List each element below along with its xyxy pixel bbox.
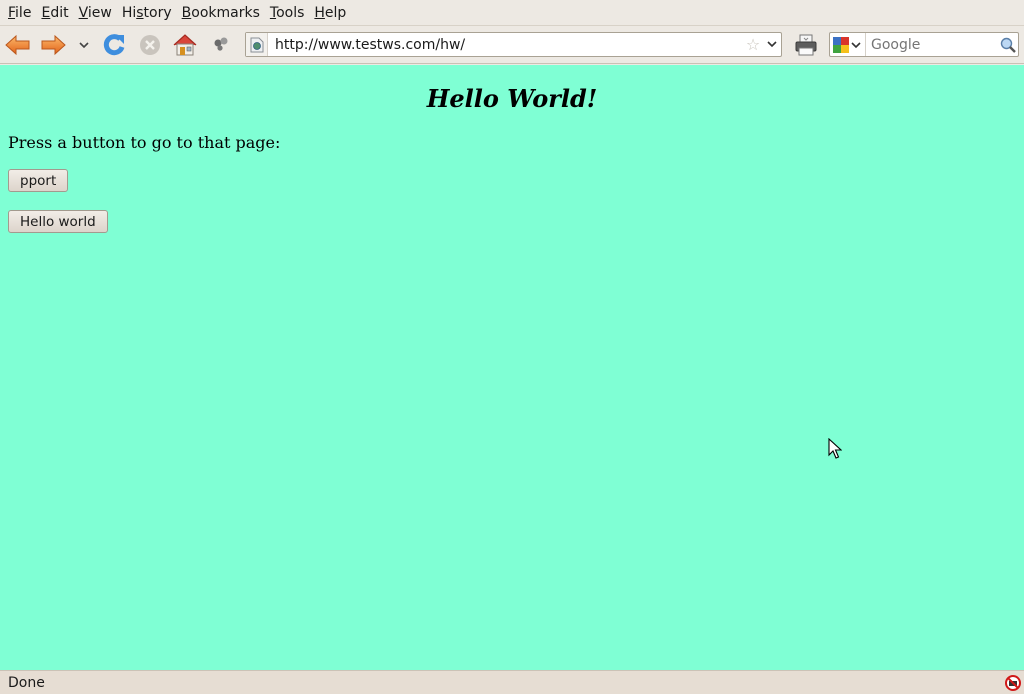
menu-edit[interactable]: Edit: [36, 1, 73, 25]
page-heading: Hello World!: [426, 84, 598, 113]
reload-icon: [103, 34, 125, 56]
home-icon: [173, 34, 197, 56]
url-dropdown-button[interactable]: [763, 38, 781, 51]
menu-history-mnemonic: s: [136, 4, 144, 21]
menu-view[interactable]: View: [74, 1, 117, 25]
magnifier-icon: [1000, 37, 1016, 53]
pport-button[interactable]: pport: [8, 169, 69, 192]
chevron-down-icon: [79, 42, 89, 49]
site-identity-button[interactable]: [246, 33, 268, 56]
home-button[interactable]: [171, 31, 199, 59]
menu-view-label: iew: [87, 4, 112, 21]
stop-icon: [140, 35, 160, 55]
url-text[interactable]: http://www.testws.com/hw/: [268, 37, 743, 53]
hello-world-button[interactable]: Hello world: [8, 210, 108, 233]
menu-tools[interactable]: Tools: [265, 1, 310, 25]
search-input[interactable]: [866, 36, 998, 53]
menu-history[interactable]: History: [117, 1, 177, 25]
status-text: Done: [8, 674, 45, 691]
search-engine-selector[interactable]: [830, 33, 866, 56]
menu-file[interactable]: File: [3, 1, 36, 25]
back-arrow-icon: [5, 34, 30, 56]
reload-button[interactable]: [100, 31, 128, 59]
page-globe-icon: [250, 37, 263, 52]
bookmark-star-icon[interactable]: ☆: [743, 35, 763, 54]
menu-bookmarks-label: ookmarks: [191, 4, 260, 21]
menu-edit-mnemonic: E: [41, 4, 51, 21]
navigation-toolbar: http://www.testws.com/hw/ ☆: [0, 25, 1024, 64]
menu-history-prefix: Hi: [121, 4, 137, 21]
menu-file-label: ile: [15, 4, 32, 21]
history-dropdown-button[interactable]: [70, 31, 98, 59]
blocked-status-icon[interactable]: [1005, 675, 1021, 691]
menu-history-label: tory: [143, 4, 172, 21]
status-bar: Done: [0, 670, 1024, 694]
printer-icon: [795, 34, 817, 56]
mouse-cursor-icon: [828, 438, 842, 459]
menu-help-label: elp: [324, 4, 347, 21]
menu-help[interactable]: Help: [309, 1, 351, 25]
google-logo-icon: [833, 36, 849, 53]
forward-button[interactable]: [39, 31, 67, 59]
menu-help-mnemonic: H: [314, 4, 325, 21]
menu-tools-label: ools: [276, 4, 305, 21]
print-button[interactable]: [792, 31, 820, 59]
instruction-text: Press a button to go to that page:: [8, 133, 281, 152]
chevron-down-icon: [767, 41, 777, 48]
menu-bookmarks-mnemonic: B: [181, 4, 192, 21]
extension-button[interactable]: [207, 31, 235, 59]
menu-bar: File Edit View History Bookmarks Tools H…: [0, 0, 1024, 25]
menu-view-mnemonic: V: [78, 4, 88, 21]
menu-edit-label: dit: [50, 4, 69, 21]
cluster-icon: [214, 37, 228, 51]
menu-bookmarks[interactable]: Bookmarks: [177, 1, 265, 25]
stop-button: [136, 31, 164, 59]
menu-file-mnemonic: F: [8, 4, 16, 21]
page-content: Hello World! Press a button to go to tha…: [0, 65, 1024, 670]
url-bar[interactable]: http://www.testws.com/hw/ ☆: [245, 32, 782, 57]
chevron-down-icon: [851, 41, 861, 48]
search-go-button[interactable]: [998, 37, 1018, 53]
forward-arrow-icon: [41, 34, 66, 56]
search-bar: [829, 32, 1019, 57]
back-button[interactable]: [4, 31, 32, 59]
